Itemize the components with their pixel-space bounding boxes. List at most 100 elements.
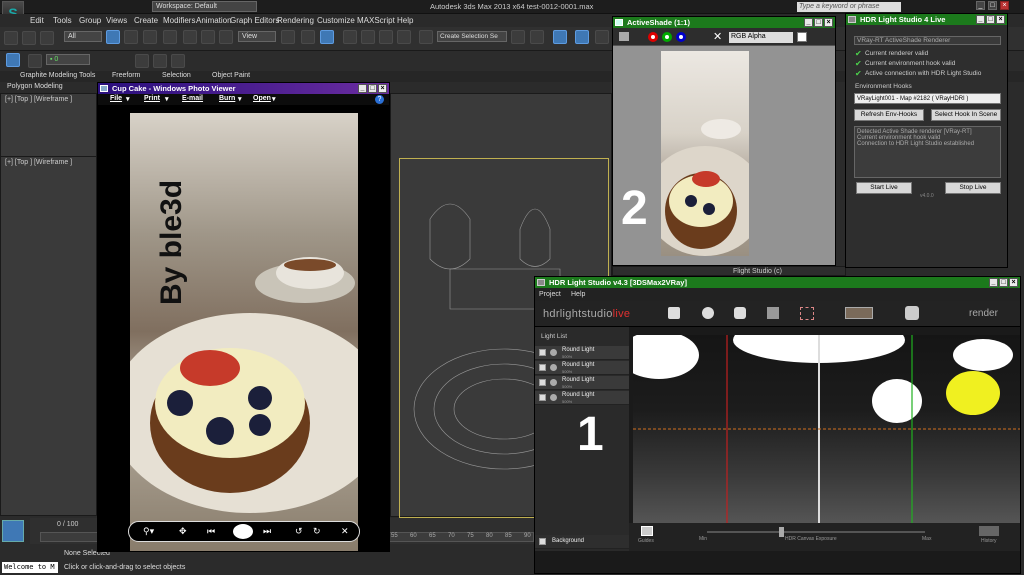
maxscript-mini-listener[interactable]: Welcome to M: [2, 562, 58, 573]
ribbon-tab-selection[interactable]: Selection: [162, 72, 191, 79]
hls-close-button[interactable]: ×: [1009, 278, 1018, 287]
scale-icon[interactable]: [219, 30, 233, 44]
viewport-label[interactable]: [+] [Top ] [Wireframe ]: [5, 96, 72, 103]
hls-menu-help[interactable]: Help: [571, 291, 585, 298]
exposure-slider[interactable]: [707, 531, 925, 533]
hl-minimize-button[interactable]: _: [976, 15, 985, 24]
green-channel-icon[interactable]: [662, 32, 672, 42]
menu-maxscript[interactable]: MAXScript: [357, 16, 395, 25]
start-live-button[interactable]: Start Live: [856, 182, 912, 194]
guides-icon[interactable]: [641, 526, 653, 536]
viewport-top-left[interactable]: [+] [Top ] [Wireframe ]: [0, 93, 97, 157]
select-hook-in-scene-button[interactable]: Select Hook In Scene: [931, 109, 1001, 121]
exposure-handle[interactable]: [779, 527, 784, 537]
light-list-item[interactable]: Round Light 500%: [535, 391, 629, 405]
menu-graph-editors[interactable]: Graph Editors: [230, 16, 279, 25]
select-layer-icon[interactable]: [153, 54, 167, 68]
angle-snap-icon[interactable]: [361, 30, 375, 44]
keyboard-shortcut-icon[interactable]: [320, 30, 334, 44]
layer-explorer-icon[interactable]: [553, 30, 567, 44]
close-button[interactable]: ×: [1000, 1, 1009, 10]
maxscript-listener-button[interactable]: [2, 520, 24, 542]
menu-tools[interactable]: Tools: [53, 16, 72, 25]
percent-snap-icon[interactable]: [379, 30, 393, 44]
menu-rendering[interactable]: Rendering: [277, 16, 314, 25]
menu-modifiers[interactable]: Modifiers: [163, 16, 195, 25]
spinner-snap-icon[interactable]: [397, 30, 411, 44]
undo-icon[interactable]: [4, 31, 18, 45]
pv-menu-open[interactable]: Open: [253, 95, 271, 102]
pv-maximize-button[interactable]: □: [368, 84, 377, 93]
rect-selection-icon[interactable]: [143, 30, 157, 44]
photo-viewer-title-bar[interactable]: Cup Cake - Windows Photo Viewer _ □ ×: [98, 83, 389, 94]
light-preset-icon[interactable]: [668, 307, 680, 319]
hls-live-title-bar[interactable]: HDR Light Studio 4 Live _ □ ×: [846, 14, 1007, 25]
reference-coordinate-dropdown[interactable]: View: [238, 31, 276, 42]
hls-menu-project[interactable]: Project: [539, 291, 561, 298]
hl-close-button[interactable]: ×: [996, 15, 1005, 24]
save-icon[interactable]: [619, 32, 629, 41]
round-light-icon[interactable]: [702, 307, 714, 319]
env-hook-dropdown[interactable]: VRayLight001 - Map #2182 ( VRayHDRI ): [854, 93, 1001, 104]
background-row[interactable]: Background: [535, 535, 629, 549]
hls-maximize-button[interactable]: □: [999, 278, 1008, 287]
menu-views[interactable]: Views: [106, 16, 127, 25]
rotate-cw-icon[interactable]: ↻: [313, 526, 321, 537]
channel-dropdown[interactable]: RGB Alpha: [729, 32, 793, 43]
slideshow-button[interactable]: [231, 522, 255, 541]
as-close-button[interactable]: ×: [824, 18, 833, 27]
layers-icon[interactable]: [6, 53, 20, 67]
menu-create[interactable]: Create: [134, 16, 158, 25]
snaps-toggle-icon[interactable]: [343, 30, 357, 44]
layer-new-icon[interactable]: [28, 54, 42, 68]
selection-filter-dropdown[interactable]: All: [64, 31, 102, 42]
menu-group[interactable]: Group: [79, 16, 101, 25]
select-by-name-icon[interactable]: [124, 30, 138, 44]
select-manipulate-icon[interactable]: [301, 30, 315, 44]
pv-close-button[interactable]: ×: [378, 84, 387, 93]
polygon-modeling-tab[interactable]: Polygon Modeling: [7, 83, 63, 90]
viewport-label[interactable]: [+] [Top ] [Wireframe ]: [5, 159, 72, 166]
minimize-button[interactable]: _: [976, 1, 985, 10]
menu-animation[interactable]: Animation: [196, 16, 232, 25]
menu-customize[interactable]: Customize: [317, 16, 355, 25]
refresh-env-hooks-button[interactable]: Refresh Env-Hooks: [854, 109, 924, 121]
rotate-ccw-icon[interactable]: ↺: [295, 526, 303, 537]
pv-menu-burn[interactable]: Burn: [219, 95, 235, 102]
redo-icon[interactable]: [22, 31, 36, 45]
red-channel-icon[interactable]: [648, 32, 658, 42]
as-minimize-button[interactable]: _: [804, 18, 813, 27]
hls-minimize-button[interactable]: _: [989, 278, 998, 287]
help-icon[interactable]: ?: [375, 95, 384, 104]
maximize-button[interactable]: □: [988, 1, 997, 10]
menu-help[interactable]: Help: [397, 16, 413, 25]
zoom-icon[interactable]: ⚲▾: [143, 526, 154, 537]
set-current-layer-icon[interactable]: [171, 54, 185, 68]
graphite-toggle-icon[interactable]: [575, 30, 589, 44]
mirror-icon[interactable]: [511, 30, 525, 44]
menu-edit[interactable]: Edit: [30, 16, 44, 25]
workspace-dropdown[interactable]: Workspace: Default: [152, 1, 257, 12]
pv-menu-email[interactable]: E-mail: [182, 95, 203, 102]
hl-maximize-button[interactable]: □: [986, 15, 995, 24]
window-crossing-icon[interactable]: [163, 30, 177, 44]
delete-icon[interactable]: ✕: [341, 526, 349, 537]
image-light-icon[interactable]: [767, 307, 779, 319]
visibility-checkbox[interactable]: [539, 364, 546, 371]
layer-dropdown[interactable]: ▪ 0: [46, 54, 90, 65]
visibility-checkbox[interactable]: [539, 394, 546, 401]
previous-icon[interactable]: ⏮: [207, 526, 215, 537]
select-object-icon[interactable]: [106, 30, 120, 44]
named-selection-dropdown[interactable]: Create Selection Se: [437, 31, 507, 42]
hdr-canvas[interactable]: [619, 317, 1020, 523]
pivot-icon[interactable]: [281, 30, 295, 44]
activeshade-canvas[interactable]: 2: [613, 46, 835, 265]
history-icon[interactable]: [979, 526, 999, 536]
viewport-bottom-left[interactable]: [+] [Top ] [Wireframe ]: [0, 156, 97, 516]
ribbon-tab-freeform[interactable]: Freeform: [112, 72, 140, 79]
visibility-checkbox[interactable]: [539, 379, 546, 386]
stop-live-button[interactable]: Stop Live: [945, 182, 1001, 194]
render-label[interactable]: render: [969, 308, 998, 319]
pv-menu-file[interactable]: File: [110, 95, 122, 102]
render-view-icon[interactable]: [905, 306, 919, 320]
